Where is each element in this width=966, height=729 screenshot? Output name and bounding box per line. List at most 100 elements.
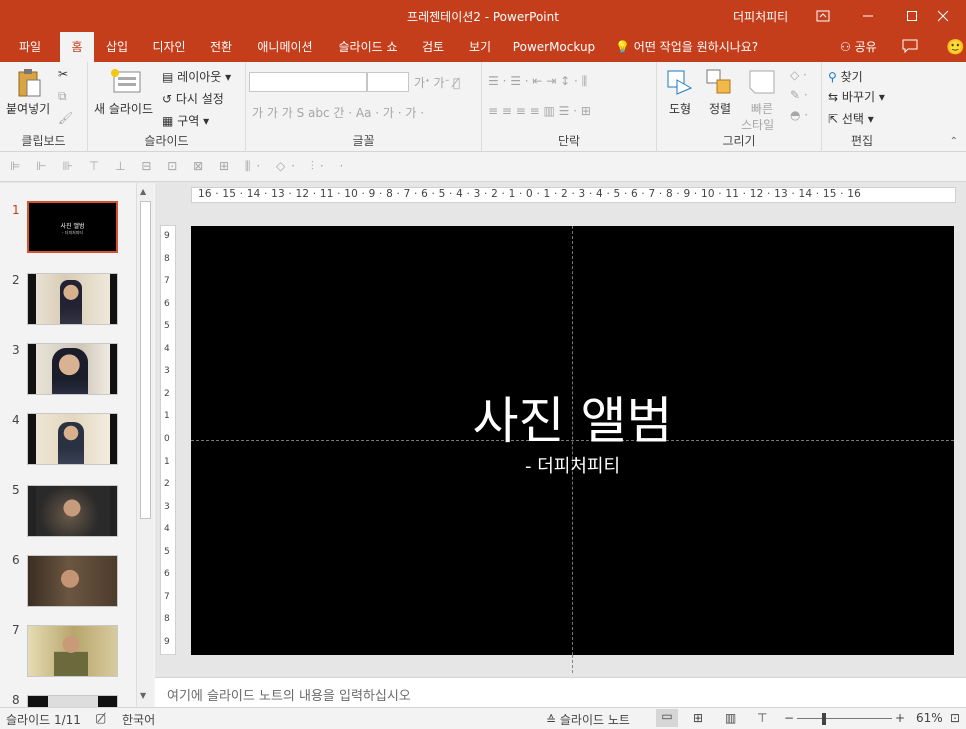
tab-slideshow[interactable]: 슬라이드 쇼 — [330, 32, 406, 62]
slide-thumbnail-8[interactable] — [27, 695, 118, 707]
arrange-icon[interactable] — [705, 68, 733, 99]
comment-icon[interactable] — [902, 39, 918, 56]
group-font: 가ᐩ 가ᐨ 가̸ 가 가 가 S abc 간 · Aa · 가 · 가 · 글꼴 — [246, 62, 482, 152]
fit-slide-icon[interactable]: ⊡ — [950, 711, 960, 725]
zoom-slider-thumb[interactable] — [821, 713, 826, 725]
zoom-level[interactable]: 61% — [916, 711, 943, 725]
shapes-label[interactable]: 도형 — [669, 100, 691, 117]
quick-styles-label-1[interactable]: 빠른 — [751, 100, 773, 117]
spellcheck-icon[interactable]: ▢̸ — [95, 711, 106, 725]
scroll-down-icon[interactable]: ▼ — [140, 691, 146, 700]
lightbulb-icon: 💡 — [615, 40, 630, 54]
replace-button[interactable]: ⇆ 바꾸기 ▾ — [828, 88, 885, 105]
normal-view-icon[interactable]: ▭ — [656, 709, 678, 727]
shape-outline-icon[interactable]: ✎ · — [790, 88, 808, 102]
tab-design[interactable]: 디자인 — [146, 32, 192, 62]
minimize-icon[interactable] — [845, 0, 891, 32]
close-icon[interactable] — [920, 0, 966, 32]
cursor-icon: ⇱ — [828, 112, 842, 126]
reset-button[interactable]: ↺ 다시 설정 — [162, 90, 224, 107]
thumbnail-scrollbar[interactable]: ▲ ▼ — [136, 183, 153, 707]
slide-title[interactable]: 사진 앨범 — [191, 381, 954, 453]
paste-label[interactable]: 붙여넣기 — [6, 100, 50, 117]
copy-icon[interactable]: ⧉ — [58, 89, 67, 104]
align-tool-icons[interactable]: ⊫ ⊩ ⊪ ⊤ ⊥ ⊟ ⊡ ⊠ ⊞ ⫼· ◇· ⫶· · — [10, 159, 349, 174]
ribbon: 붙여넣기 ✂ ⧉ 🖌 클립보드 새 슬라이드 ▤ 레이아웃 ▾ ↺ 다시 설정 … — [0, 62, 966, 152]
thumb-number: 3 — [12, 343, 20, 357]
zoom-in-icon[interactable]: + — [895, 711, 905, 725]
reading-view-icon[interactable]: ▥ — [725, 711, 736, 725]
slide-thumbnail-7[interactable] — [27, 625, 118, 677]
guide-extension — [572, 655, 573, 673]
paste-icon[interactable] — [16, 68, 42, 101]
list-icons[interactable]: ☰ · ☰ · ⇤ ⇥ ↕ · ⫼ — [488, 74, 587, 89]
slide-editing-area: 16 · 15 · 14 · 13 · 12 · 11 · 10 · 9 · 8… — [155, 183, 966, 677]
find-button[interactable]: ⚲ 찾기 — [828, 68, 863, 85]
scroll-up-icon[interactable]: ▲ — [140, 187, 146, 196]
slide-thumbnail-5[interactable] — [27, 485, 118, 537]
tab-transitions[interactable]: 전환 — [201, 32, 241, 62]
notes-pane[interactable]: 여기에 슬라이드 노트의 내용을 입력하십시오 — [155, 677, 966, 707]
vertical-ruler-label: 5 — [164, 546, 170, 557]
quick-styles-icon[interactable] — [747, 68, 777, 99]
arrange-label[interactable]: 정렬 — [709, 100, 731, 117]
horizontal-ruler-labels: 16 · 15 · 14 · 13 · 12 · 11 · 10 · 9 · 8… — [198, 188, 861, 200]
shape-effects-icon[interactable]: ◓ · — [790, 108, 808, 122]
notes-placeholder[interactable]: 여기에 슬라이드 노트의 내용을 입력하십시오 — [167, 685, 411, 704]
select-button[interactable]: ⇱ 선택 ▾ — [828, 110, 874, 127]
font-size-combo[interactable] — [367, 72, 409, 92]
new-slide-icon[interactable] — [110, 68, 142, 97]
vertical-ruler-label: 2 — [164, 479, 170, 490]
slide-thumbnail-6[interactable] — [27, 555, 118, 607]
thumb-number: 5 — [12, 483, 20, 497]
slide-subtitle[interactable]: - 더피처피티 — [191, 452, 954, 478]
quick-styles-label-2[interactable]: 스타일 — [741, 116, 774, 133]
zoom-slider[interactable] — [797, 718, 892, 719]
tab-file[interactable]: 파일 — [10, 32, 50, 62]
font-format-icons[interactable]: 가 가 가 S abc 간 · Aa · 가 · 가 · — [252, 104, 424, 121]
slide-thumbnail-4[interactable] — [27, 413, 118, 465]
grow-font-icon[interactable]: 가ᐩ 가ᐨ 가̸ — [414, 74, 460, 91]
new-slide-label[interactable]: 새 슬라이드 — [94, 100, 153, 117]
paragraph-group-label: 단락 — [557, 134, 581, 148]
tab-review[interactable]: 검토 — [415, 32, 451, 62]
status-bar: 슬라이드 1/11 ▢̸ 한국어 ≙ 슬라이드 노트 ▭ ⊞ ▥ ⊤ − + 6… — [0, 707, 966, 729]
vertical-ruler-label: 3 — [164, 501, 170, 512]
notes-icon: ≙ — [546, 713, 560, 727]
zoom-out-icon[interactable]: − — [784, 711, 794, 725]
slide-canvas[interactable]: 사진 앨범 - 더피처피티 — [191, 226, 954, 655]
ribbon-display-icon[interactable] — [800, 0, 846, 32]
slideshow-view-icon[interactable]: ⊤ — [757, 711, 767, 725]
layout-button[interactable]: ▤ 레이아웃 ▾ — [162, 68, 231, 85]
tab-powermockup[interactable]: PowerMockup — [508, 32, 600, 62]
cut-icon[interactable]: ✂ — [58, 67, 68, 81]
vertical-ruler-label: 5 — [164, 321, 170, 332]
slide-sorter-icon[interactable]: ⊞ — [693, 711, 703, 725]
shape-fill-icon[interactable]: ◇ · — [790, 68, 807, 82]
tell-me-box[interactable]: 💡 어떤 작업을 원하시나요? — [615, 32, 758, 62]
slide-thumbnail-3[interactable] — [27, 343, 118, 395]
scroll-thumb[interactable] — [140, 201, 151, 519]
language[interactable]: 한국어 — [122, 711, 155, 728]
slide-thumbnail-2[interactable] — [27, 273, 118, 325]
smiley-icon[interactable]: 🙂 — [946, 38, 965, 56]
slide-count[interactable]: 슬라이드 1/11 — [6, 711, 81, 728]
tab-insert[interactable]: 삽입 — [100, 32, 134, 62]
vertical-ruler-label: 9 — [164, 231, 170, 242]
align-icons[interactable]: ≡ ≡ ≡ ≡ ▥ ☰ · ⊞ — [488, 104, 591, 118]
format-painter-icon[interactable]: 🖌 — [58, 111, 73, 125]
user-name[interactable]: 더피처피티 — [733, 8, 788, 25]
collapse-ribbon-icon[interactable]: ⌃ — [950, 136, 958, 147]
group-drawing: 도형 정렬 빠른 스타일 ◇ · ✎ · ◓ · 그리기 — [657, 62, 822, 152]
share-button[interactable]: ⚇ 공유 — [840, 32, 877, 62]
person-figure — [60, 280, 82, 324]
section-button[interactable]: ▦ 구역 ▾ — [162, 112, 209, 129]
tab-home[interactable]: 홈 — [60, 32, 94, 62]
shapes-icon[interactable] — [665, 68, 695, 99]
font-name-combo[interactable] — [249, 72, 367, 92]
tab-view[interactable]: 보기 — [460, 32, 500, 62]
slide-vertical-scrollbar[interactable] — [957, 213, 965, 653]
notes-toggle-button[interactable]: ≙ 슬라이드 노트 — [546, 711, 630, 728]
tab-animations[interactable]: 애니메이션 — [250, 32, 320, 62]
slide-thumbnail-1[interactable]: 사진 앨범 - 더피처피티 — [27, 201, 118, 253]
